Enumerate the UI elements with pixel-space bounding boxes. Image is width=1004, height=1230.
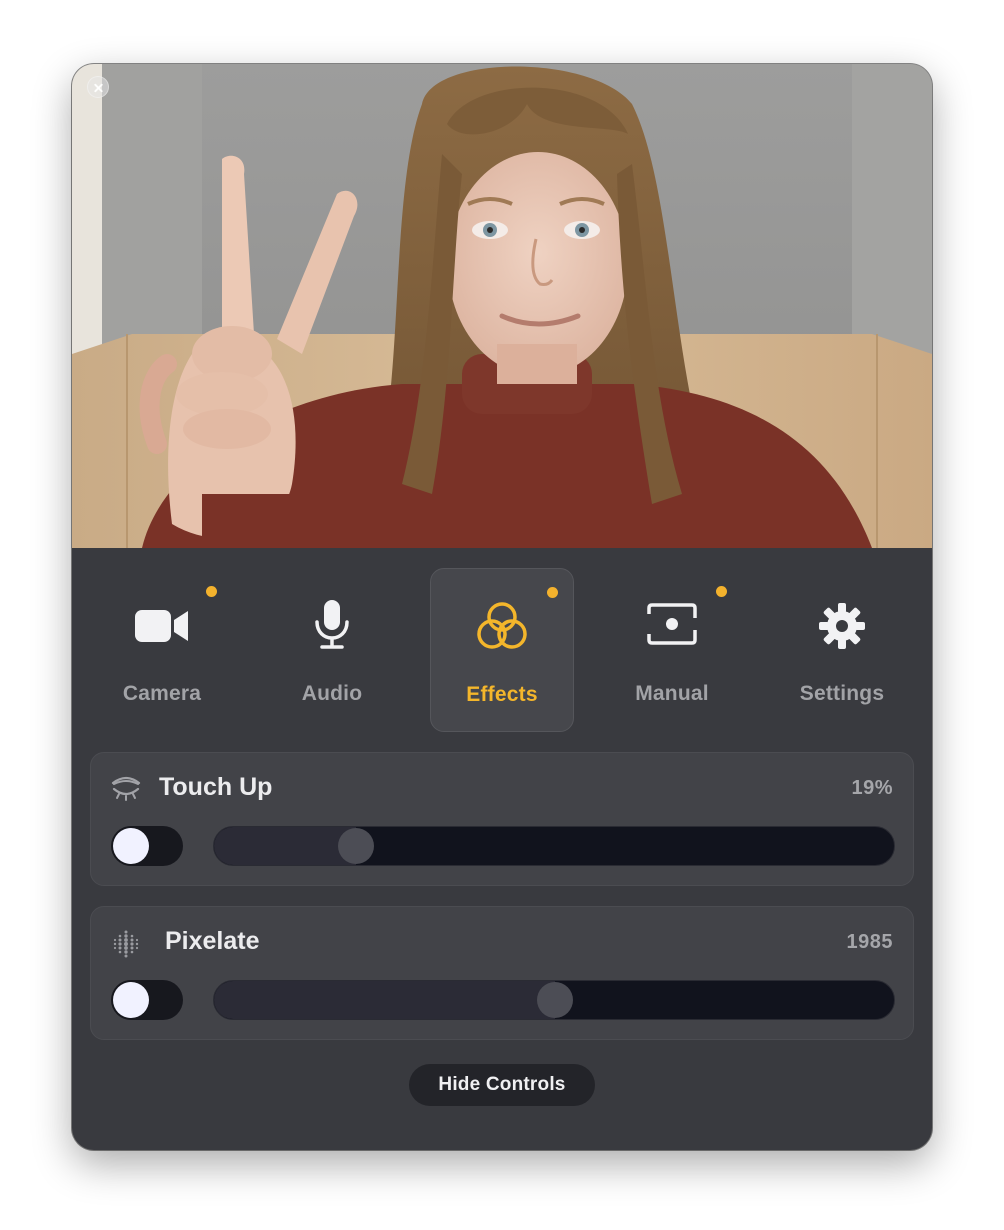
- pixelate-toggle[interactable]: [111, 980, 183, 1020]
- tab-label: Audio: [301, 682, 363, 705]
- touch-up-title: Touch Up: [159, 773, 273, 801]
- camera-indicator-dot: [206, 586, 217, 597]
- microphone-icon: [315, 600, 349, 649]
- tab-settings[interactable]: Settings: [770, 568, 914, 732]
- tab-audio[interactable]: Audio: [260, 568, 404, 732]
- slider-thumb[interactable]: [337, 828, 374, 864]
- touch-up-slider[interactable]: [213, 826, 895, 866]
- manual-indicator-dot: [716, 586, 727, 597]
- touch-up-value: 19%: [851, 777, 893, 799]
- slider-fill: [214, 981, 555, 1019]
- pixelate-card: Pixelate 1985: [90, 906, 914, 1040]
- pixelate-value: 1985: [846, 931, 893, 953]
- hide-controls-button[interactable]: Hide Controls: [409, 1064, 595, 1106]
- pixelate-dots-icon: [113, 930, 139, 958]
- effects-indicator-dot: [547, 587, 558, 598]
- tab-manual[interactable]: Manual: [600, 568, 744, 732]
- tab-effects[interactable]: Effects: [430, 568, 574, 732]
- gear-icon: [819, 603, 865, 649]
- touch-up-card: Touch Up 19%: [90, 752, 914, 886]
- effects-circles-icon: [477, 602, 527, 649]
- pixelate-slider[interactable]: [213, 980, 895, 1020]
- camera-controls-window: Camera Audio Effects Manual Settings Tou…: [72, 64, 932, 1150]
- tab-label: Effects: [466, 683, 538, 706]
- tab-camera[interactable]: Camera: [90, 568, 234, 732]
- pixelate-title: Pixelate: [165, 927, 260, 955]
- closed-eye-icon: [111, 776, 141, 801]
- tab-bar: Camera Audio Effects Manual Settings: [72, 548, 932, 748]
- tab-label: Settings: [799, 682, 885, 705]
- close-icon[interactable]: [87, 76, 109, 98]
- camera-preview: [72, 64, 932, 548]
- toggle-knob: [113, 982, 149, 1018]
- touch-up-toggle[interactable]: [111, 826, 183, 866]
- camera-feed-image: [72, 64, 932, 548]
- slider-fill: [214, 827, 356, 865]
- video-camera-icon: [135, 610, 188, 642]
- tab-label: Camera: [122, 682, 202, 705]
- slider-thumb[interactable]: [537, 982, 573, 1018]
- toggle-knob: [113, 828, 149, 864]
- manual-focus-icon: [645, 603, 699, 645]
- tab-label: Manual: [635, 682, 709, 705]
